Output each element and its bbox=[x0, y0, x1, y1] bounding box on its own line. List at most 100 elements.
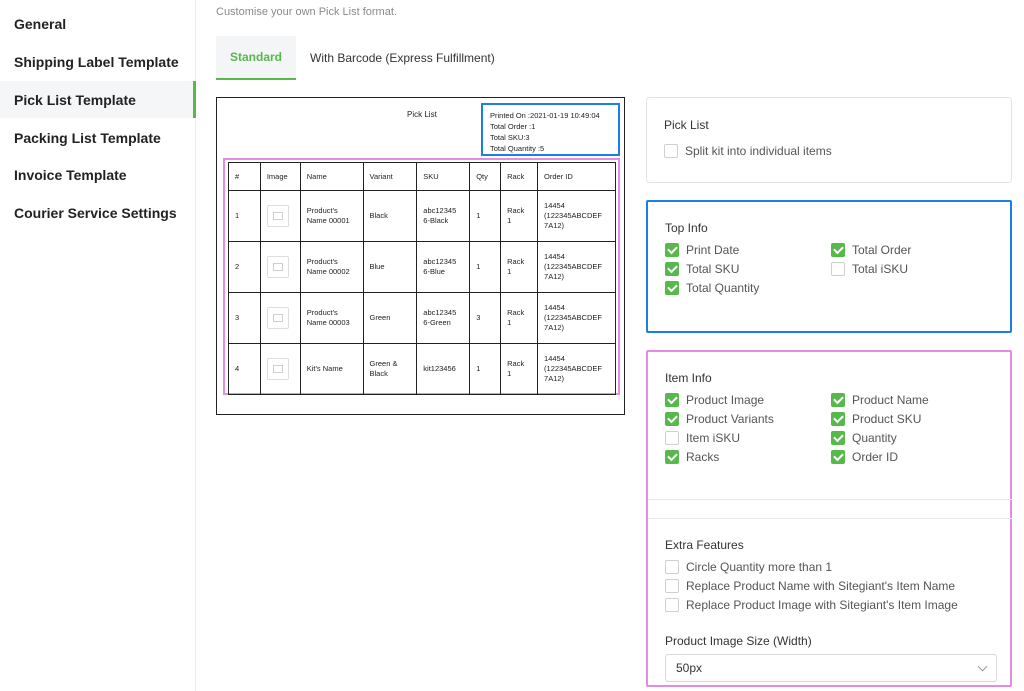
name-line: Product's bbox=[306, 206, 338, 215]
checkbox[interactable] bbox=[664, 144, 678, 158]
option-total-quantity[interactable]: Total Quantity bbox=[665, 281, 759, 295]
option-split-kit[interactable]: Split kit into individual items bbox=[664, 144, 832, 158]
preview-title: Pick List bbox=[407, 110, 437, 119]
option-print-date[interactable]: Print Date bbox=[665, 243, 739, 257]
tab-with-barcode[interactable]: With Barcode (Express Fulfillment) bbox=[296, 36, 509, 80]
variant-line: Green bbox=[369, 313, 391, 322]
option-label: Product SKU bbox=[852, 412, 922, 426]
image-size-label: Product Image Size (Width) bbox=[665, 634, 812, 648]
name-line: Name 00003 bbox=[306, 318, 350, 327]
option-racks[interactable]: Racks bbox=[665, 450, 719, 464]
option-label: Print Date bbox=[686, 243, 740, 257]
preview-total-sku: Total SKU:3 bbox=[490, 133, 530, 142]
row-image-cell bbox=[259, 292, 301, 344]
checkbox[interactable] bbox=[665, 598, 679, 612]
option-total-isku[interactable]: Total iSKU bbox=[831, 262, 908, 276]
row-rack: Rack 1 bbox=[500, 190, 539, 242]
checkbox[interactable] bbox=[831, 393, 845, 407]
sidebar-item-label: Invoice Template bbox=[14, 166, 127, 183]
row-name: Product's Name 00002 bbox=[299, 241, 364, 293]
table-row: 2 Product's Name 00002 Blue abc12345 6-Blu… bbox=[228, 241, 616, 293]
checkbox[interactable] bbox=[665, 412, 679, 426]
option-quantity[interactable]: Quantity bbox=[831, 431, 897, 445]
row-qty: 1 bbox=[469, 241, 502, 293]
option-total-order[interactable]: Total Order bbox=[831, 243, 911, 257]
image-placeholder-icon bbox=[266, 256, 289, 278]
option-product-sku[interactable]: Product SKU bbox=[831, 412, 921, 426]
preview-table: # Image Name Variant SKU Qty Rack Order … bbox=[228, 162, 616, 395]
checkbox[interactable] bbox=[665, 450, 679, 464]
option-product-variants[interactable]: Product Variants bbox=[665, 412, 774, 426]
page-subtitle: Customise your own Pick List format. bbox=[216, 6, 397, 18]
sidebar-item-packing-list-template[interactable]: Packing List Template bbox=[0, 119, 196, 156]
checkbox[interactable] bbox=[665, 393, 679, 407]
extra-features-title: Extra Features bbox=[665, 538, 744, 552]
variant-line: Black bbox=[369, 211, 388, 220]
option-order-id[interactable]: Order ID bbox=[831, 450, 898, 464]
card-title: Item Info bbox=[665, 371, 712, 385]
name-line: Name 00001 bbox=[306, 216, 350, 225]
variant-line: Black bbox=[369, 369, 388, 378]
row-variant: Blue bbox=[362, 241, 418, 293]
rack-line: Rack bbox=[507, 308, 525, 317]
sidebar-item-invoice-template[interactable]: Invoice Template bbox=[0, 156, 196, 193]
checkbox[interactable] bbox=[665, 243, 679, 257]
column-header: Image bbox=[259, 162, 301, 191]
column-header: SKU bbox=[416, 162, 471, 191]
image-placeholder-icon bbox=[266, 205, 289, 227]
option-circle-quantity[interactable]: Circle Quantity more than 1 bbox=[665, 560, 832, 574]
sidebar-item-label: Courier Service Settings bbox=[14, 204, 177, 221]
sidebar-item-pick-list-template[interactable]: Pick List Template bbox=[0, 81, 196, 118]
preview-total-order: Total Order :1 bbox=[490, 122, 536, 131]
sku-line: 6-Green bbox=[423, 318, 451, 327]
option-replace-product-image[interactable]: Replace Product Image with Sitegiant's I… bbox=[665, 598, 958, 612]
checkbox[interactable] bbox=[831, 262, 845, 276]
image-size-select[interactable]: 50px bbox=[665, 654, 997, 682]
row-order-id: 14454 (122345ABCDEF 7A12) bbox=[537, 292, 616, 344]
select-value: 50px bbox=[676, 661, 703, 675]
sidebar-item-general[interactable]: General bbox=[0, 5, 196, 42]
sku-line: abc12345 bbox=[423, 257, 457, 266]
option-product-image[interactable]: Product Image bbox=[665, 393, 764, 407]
checkbox[interactable] bbox=[665, 560, 679, 574]
option-total-sku[interactable]: Total SKU bbox=[665, 262, 739, 276]
sidebar-item-label: Packing List Template bbox=[14, 129, 161, 146]
checkbox[interactable] bbox=[831, 412, 845, 426]
row-qty: 1 bbox=[469, 190, 502, 242]
row-rack: Rack 1 bbox=[500, 292, 539, 344]
checkbox[interactable] bbox=[665, 262, 679, 276]
option-label: Order ID bbox=[852, 450, 899, 464]
option-label: Product Name bbox=[852, 393, 929, 407]
image-placeholder-icon bbox=[266, 358, 289, 380]
tab-standard[interactable]: Standard bbox=[216, 36, 297, 80]
checkbox[interactable] bbox=[665, 431, 679, 445]
checkbox[interactable] bbox=[665, 579, 679, 593]
row-number: 3 bbox=[228, 292, 261, 344]
checkbox[interactable] bbox=[831, 450, 845, 464]
sidebar-item-shipping-label-template[interactable]: Shipping Label Template bbox=[0, 43, 196, 80]
tab-label: Standard bbox=[230, 50, 283, 64]
option-item-isku[interactable]: Item iSKU bbox=[665, 431, 740, 445]
option-label: Total Order bbox=[852, 243, 912, 257]
checkbox[interactable] bbox=[665, 281, 679, 295]
tab-label: With Barcode (Express Fulfillment) bbox=[310, 51, 495, 65]
order-line: 7A12) bbox=[544, 272, 565, 281]
option-label: Product Image bbox=[686, 393, 765, 407]
sidebar-item-courier-service-settings[interactable]: Courier Service Settings bbox=[0, 194, 196, 231]
checkbox[interactable] bbox=[831, 431, 845, 445]
row-number: 4 bbox=[228, 343, 261, 395]
rack-line: 1 bbox=[507, 267, 512, 276]
order-line: 14454 bbox=[544, 354, 565, 363]
name-line: Kit's Name bbox=[306, 364, 343, 373]
checkbox[interactable] bbox=[831, 243, 845, 257]
row-rack: Rack 1 bbox=[500, 343, 539, 395]
row-number: 2 bbox=[228, 241, 261, 293]
divider bbox=[648, 518, 1012, 519]
row-name: Product's Name 00003 bbox=[299, 292, 364, 344]
option-product-name[interactable]: Product Name bbox=[831, 393, 929, 407]
row-rack: Rack 1 bbox=[500, 241, 539, 293]
rack-line: Rack bbox=[507, 257, 525, 266]
row-sku: abc12345 6-Green bbox=[416, 292, 471, 344]
option-replace-product-name[interactable]: Replace Product Name with Sitegiant's It… bbox=[665, 579, 955, 593]
order-line: 14454 bbox=[544, 303, 565, 312]
